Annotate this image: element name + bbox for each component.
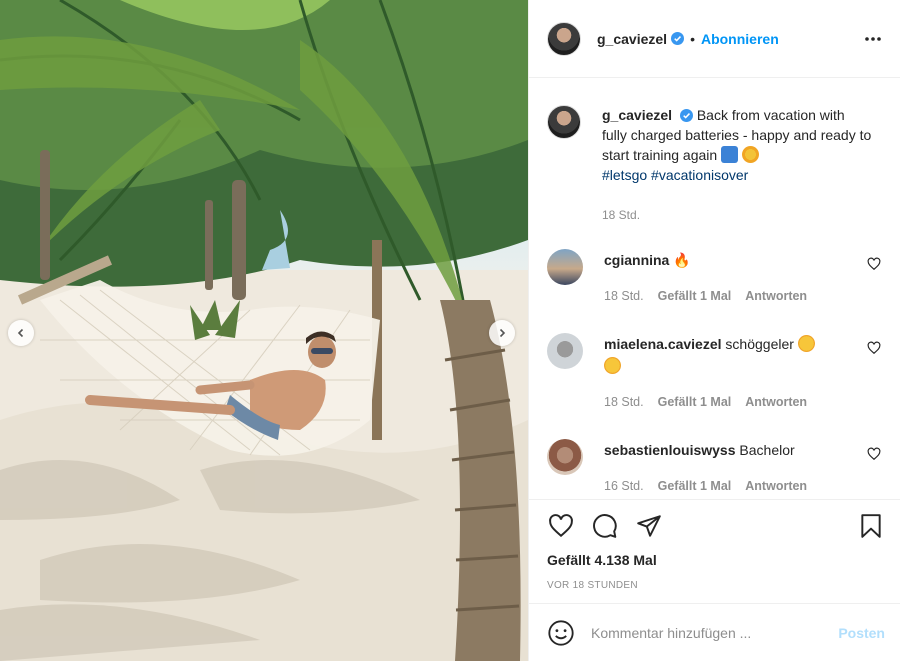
like-button[interactable] xyxy=(547,512,575,540)
sun-emoji-icon xyxy=(741,146,759,163)
post-timestamp[interactable]: VOR 18 STUNDEN xyxy=(547,580,885,591)
caption-username[interactable]: g_caviezel xyxy=(602,107,672,123)
comment-heart-icon[interactable] xyxy=(867,341,881,355)
caption-author-avatar[interactable] xyxy=(547,105,581,139)
yum-emoji-icon xyxy=(604,357,621,374)
comment-item: miaelena.caviezel schöggeler 18 Std. Gef… xyxy=(547,333,885,413)
reply-button[interactable]: Antworten xyxy=(745,285,807,307)
comment-username[interactable]: sebastienlouiswyss xyxy=(604,442,736,458)
like-count[interactable]: Gefällt 4.138 Mal xyxy=(547,552,885,568)
comment-like-count[interactable]: Gefällt 1 Mal xyxy=(658,391,732,413)
bookmark-icon xyxy=(861,514,881,538)
commenter-avatar[interactable] xyxy=(547,333,583,369)
author-avatar[interactable] xyxy=(547,21,581,56)
post-details-panel: g_caviezel • Abonnieren g_caviezel Back … xyxy=(528,0,900,661)
carousel-prev-button[interactable] xyxy=(8,320,34,346)
comment-button[interactable] xyxy=(591,512,619,540)
heart-icon xyxy=(549,514,573,538)
post-comment-button[interactable]: Posten xyxy=(838,625,885,641)
comment-bubble-icon xyxy=(593,514,617,538)
comment-text: schöggeler xyxy=(725,336,794,352)
post-caption: g_caviezel Back from vacation with fully… xyxy=(547,105,885,225)
separator-dot: • xyxy=(690,30,695,47)
more-options-icon xyxy=(865,36,881,41)
caption-timestamp[interactable]: 18 Std. xyxy=(602,205,872,225)
comment-username[interactable]: miaelena.caviezel xyxy=(604,336,722,352)
commenter-avatar[interactable] xyxy=(547,249,583,285)
comment-like-count[interactable]: Gefällt 1 Mal xyxy=(658,475,732,497)
comment-username[interactable]: cgiannina xyxy=(604,252,669,268)
more-options-button[interactable] xyxy=(862,28,884,50)
chevron-right-icon xyxy=(499,328,506,338)
comment-timestamp[interactable]: 18 Std. xyxy=(604,285,644,307)
comment-heart-icon[interactable] xyxy=(867,257,881,271)
comments-list[interactable]: g_caviezel Back from vacation with fully… xyxy=(529,79,900,499)
smiley-icon[interactable] xyxy=(547,619,575,647)
comment-input[interactable] xyxy=(591,624,839,641)
comment-timestamp[interactable]: 16 Std. xyxy=(604,475,644,497)
follow-button[interactable]: Abonnieren xyxy=(701,31,779,47)
yum-emoji-icon xyxy=(797,335,815,352)
comment-timestamp[interactable]: 18 Std. xyxy=(604,391,644,413)
chevron-left-icon xyxy=(17,328,24,338)
save-button[interactable] xyxy=(857,512,885,540)
comment-like-count[interactable]: Gefällt 1 Mal xyxy=(658,285,732,307)
post-photo[interactable] xyxy=(0,0,528,661)
reply-button[interactable]: Antworten xyxy=(745,391,807,413)
post-actions: Gefällt 4.138 Mal VOR 18 STUNDEN xyxy=(529,499,900,603)
comment-heart-icon[interactable] xyxy=(867,447,881,461)
verified-badge-icon xyxy=(671,32,685,45)
comment-item: sebastienlouiswyss Bachelor 16 Std. Gefä… xyxy=(547,439,885,497)
hashtag-link[interactable]: #letsgo xyxy=(602,167,647,183)
reply-button[interactable]: Antworten xyxy=(745,475,807,497)
comment-item: cgiannina 🔥 18 Std. Gefällt 1 Mal Antwor… xyxy=(547,249,885,307)
carousel-next-button[interactable] xyxy=(489,320,515,346)
hashtag-link[interactable]: #vacationisover xyxy=(651,167,748,183)
beach-hammock-scene xyxy=(0,0,528,661)
author-username[interactable]: g_caviezel xyxy=(597,31,667,47)
paper-plane-icon xyxy=(637,515,661,537)
share-button[interactable] xyxy=(635,512,663,540)
verified-badge-icon xyxy=(679,109,693,122)
comment-text: 🔥 xyxy=(673,252,691,268)
commenter-avatar[interactable] xyxy=(547,439,583,475)
comment-text: Bachelor xyxy=(739,442,795,458)
post-header: g_caviezel • Abonnieren xyxy=(529,0,900,78)
flexed-biceps-emoji-icon xyxy=(721,146,739,163)
add-comment-bar: Posten xyxy=(529,603,900,661)
